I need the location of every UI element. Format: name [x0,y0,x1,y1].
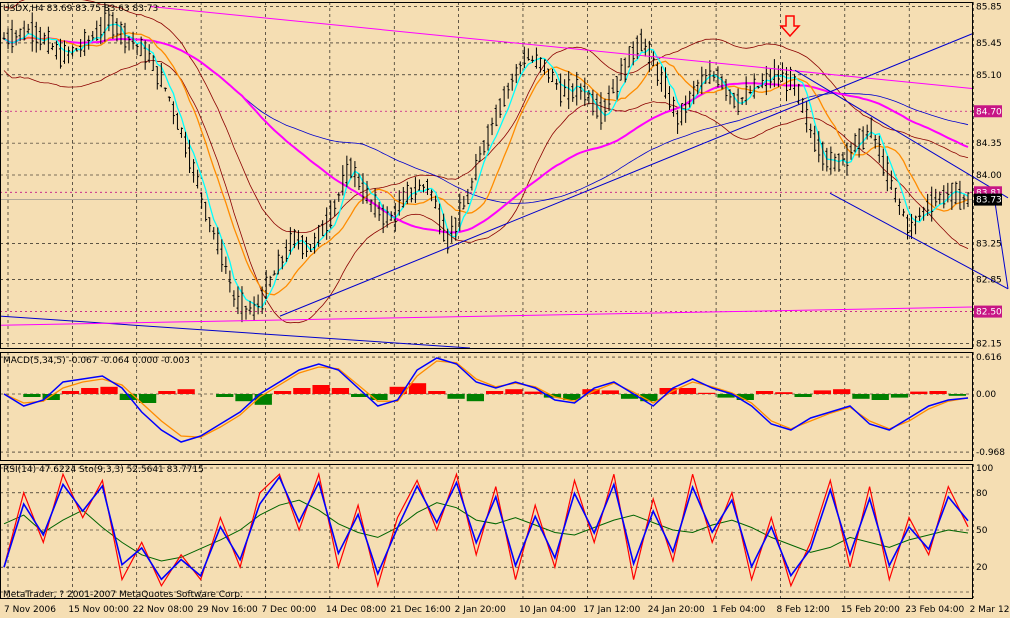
macd-bar [524,391,542,394]
time-tick-label: 1 Feb 04:00 [712,605,766,615]
time-tick-label: 7 Dec 00:00 [261,605,316,615]
price-tick-label: 85.45 [976,39,1002,49]
macd-bar [61,391,80,394]
level-label: 84.70 [976,107,1002,117]
stoch-main-line [3,475,969,581]
current-price-label: 83.73 [976,196,1002,206]
time-tick-label: 21 Dec 16:00 [390,605,451,615]
ma-long [3,37,969,204]
macd-bar [601,390,619,394]
trendline[interactable] [279,33,973,317]
macd-bar [408,383,427,394]
time-tick-label: 15 Feb 20:00 [841,605,900,615]
macd-bar [813,390,832,394]
trendlines[interactable] [0,6,1009,349]
macd-tick-label: -0.968 [976,448,1005,458]
price-tick-label: 85.10 [976,71,1002,81]
time-tick-label: 23 Feb 04:00 [905,605,964,615]
down-arrow-icon[interactable] [779,15,801,38]
time-tick-label: 2 Jan 20:00 [455,605,507,615]
rsi-tick-label: 50 [976,526,988,536]
macd-bar [775,392,793,394]
macd-bar [910,391,928,394]
time-tick-label: 17 Jan 12:00 [583,605,640,615]
time-tick-label: 7 Nov 2006 [4,605,56,615]
macd-bar [216,394,234,397]
price-bars [2,3,970,323]
macd-bar [23,394,41,397]
macd-bar [177,389,195,394]
rsi-tick-label: 100 [976,464,993,474]
price-axis: 85.85 85.45 85.10 84.35 84.00 83.25 82.85 82.15… [974,3,1002,349]
macd-bar [929,391,947,394]
time-tick-label: 15 Nov 00:00 [68,605,129,615]
rsi-axis: 100 80 50 20 [976,464,993,573]
time-tick-label: 14 Dec 08:00 [326,605,387,615]
macd-bar [273,391,292,394]
macd-bar [428,391,446,394]
macd-bar [505,389,523,394]
time-tick-label: 29 Nov 16:00 [197,605,258,615]
price-tick-label: 84.35 [976,139,1002,149]
macd-bar [447,394,465,399]
bollinger-upper [3,0,969,233]
time-tick-label: 10 Jan 04:00 [519,605,576,615]
bollinger-lower [3,59,969,324]
price-tick-label: 83.25 [976,239,1002,249]
main-grid [0,2,974,348]
ma-fast [3,23,969,308]
macd-bar [81,388,99,394]
rsi-tick-label: 20 [976,563,988,573]
macd-bar [948,394,966,396]
macd-bar [871,394,889,400]
rsi-tick-label: 80 [976,489,988,499]
macd-bar [698,392,716,394]
rsi-grid [0,464,974,598]
macd-title: MACD(5,34,5) -0.067 -0.064 0.000 -0.003 [3,356,190,366]
macd-bar [235,394,253,402]
trendline[interactable] [0,306,973,326]
time-axis: 7 Nov 2006 15 Nov 00:00 22 Nov 08:00 29 Nov… [4,605,1010,615]
price-tick-label: 82.15 [976,339,1002,349]
macd-bar [852,394,870,399]
panel-frame-1 [0,2,973,349]
macd-bar [678,388,697,394]
price-tick-label: 85.85 [976,3,1002,13]
ma-slow [3,36,969,234]
macd-bar [794,394,812,397]
time-tick-label: 8 Feb 12:00 [776,605,830,615]
time-tick-label: 24 Jan 20:00 [648,605,705,615]
macd-tick-label: 0.00 [976,390,996,400]
macd-bar [138,394,157,403]
panel-frame-3 [0,464,973,599]
price-tick-label: 84.00 [976,171,1002,181]
macd-bar [100,386,118,394]
macd-bar [833,389,851,394]
chart-canvas[interactable]: 85.85 85.45 85.10 84.35 84.00 83.25 82.85 82.15… [0,0,1010,618]
symbol-title: USDX,H4 83.69 83.75 83.63 83.73 [3,4,158,14]
macd-tick-label: 0.616 [976,353,1002,363]
main-overlays [3,0,969,324]
mt4-chart-window: 85.85 85.45 85.10 84.35 84.00 83.25 82.85 82.15… [0,0,1010,618]
macd-bar [312,385,330,394]
macd-grid [0,352,974,460]
macd-bar [466,394,484,402]
macd-bar [158,391,176,394]
macd-axis: 0.616 0.00 -0.968 [976,353,1005,458]
time-tick-label: 2 Mar 12:00 [970,605,1010,615]
rsi-title: RSI(14) 47.6224 Sto(9,3,3) 52.5641 83.77… [3,465,204,475]
price-tick-label: 82.85 [976,276,1002,286]
time-tick-label: 22 Nov 08:00 [133,605,194,615]
macd-bar [890,394,909,398]
level-label: 82.50 [976,308,1002,318]
macd-bar [331,388,350,394]
macd-bar [486,391,504,394]
macd-bar [293,388,311,394]
macd-bar [755,391,774,394]
